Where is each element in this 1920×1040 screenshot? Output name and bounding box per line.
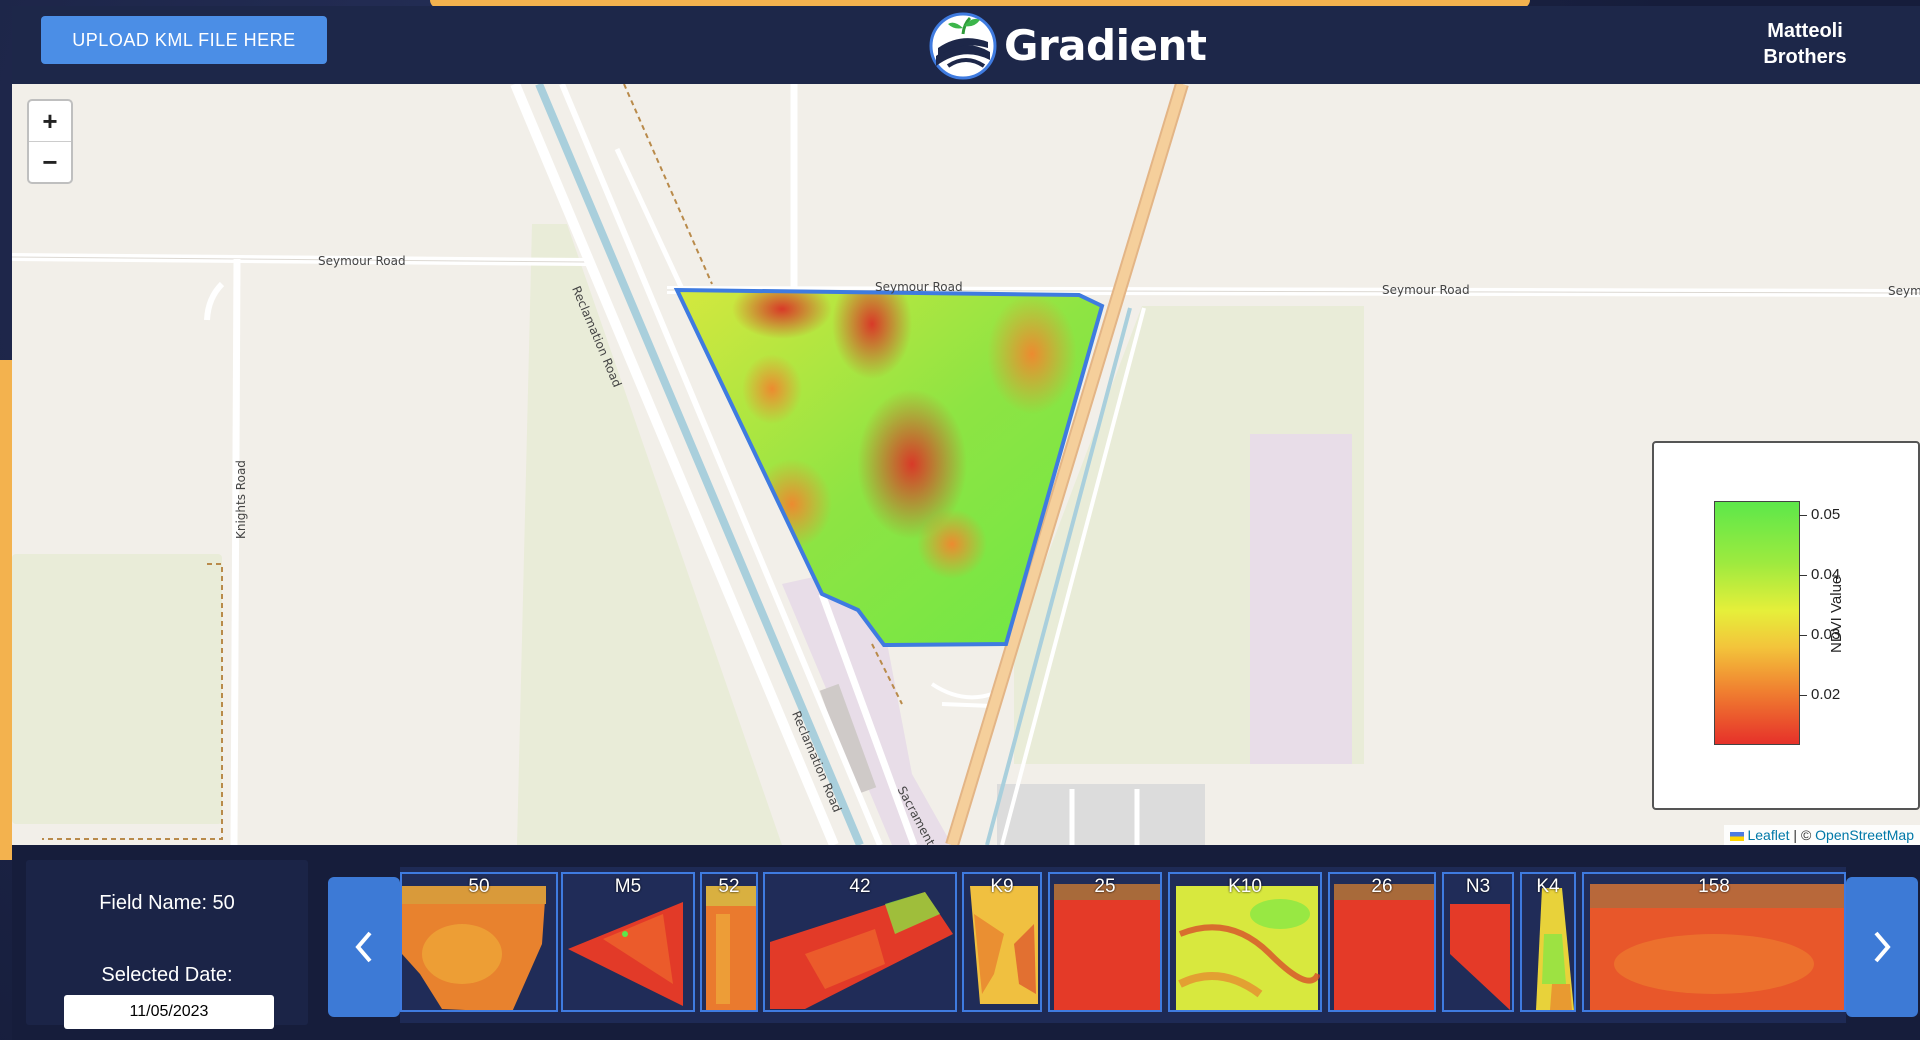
- carousel-next-button[interactable]: [1846, 877, 1918, 1017]
- map-view[interactable]: + − Seymour Road Seymour Road Seymour Ro…: [12, 84, 1920, 845]
- field-thumbnail[interactable]: K10: [1168, 872, 1322, 1012]
- field-info-panel: Field Name: 50 Selected Date:: [26, 860, 308, 1029]
- field-thumbnail[interactable]: 25: [1048, 872, 1162, 1012]
- field-thumbnail[interactable]: N3: [1442, 872, 1514, 1012]
- brand: Gradient: [928, 8, 1207, 82]
- legend-axis-label: NDVI Value: [1828, 575, 1845, 653]
- field-name-label: Field Name: 50: [99, 892, 235, 914]
- legend-tick-label: 0.02: [1811, 686, 1841, 703]
- zoom-in-button[interactable]: +: [29, 101, 71, 141]
- map-basemap[interactable]: [12, 84, 1920, 845]
- leaflet-link[interactable]: Leaflet: [1747, 827, 1789, 843]
- brand-name: Gradient: [1004, 20, 1207, 70]
- field-thumbnail[interactable]: 42: [763, 872, 957, 1012]
- thumbnail-label: K4: [1536, 876, 1560, 897]
- flag-icon: [1730, 831, 1745, 841]
- gradient-logo-icon: [929, 12, 997, 80]
- legend-tick: [1799, 575, 1807, 576]
- ndvi-colorbar: [1714, 501, 1800, 745]
- field-thumbnail[interactable]: 158: [1582, 872, 1846, 1012]
- legend-tick: [1799, 635, 1807, 636]
- field-thumbnail[interactable]: 26: [1328, 872, 1436, 1012]
- road-label: Knights Road: [234, 460, 248, 539]
- date-input[interactable]: [64, 995, 274, 1029]
- thumbnail-label: 26: [1371, 876, 1393, 897]
- road-label: Seymour Road: [875, 280, 963, 294]
- ndvi-legend: 0.05 0.04 0.03 0.02 NDVI Value: [1652, 441, 1920, 810]
- upload-kml-button[interactable]: UPLOAD KML FILE HERE: [41, 16, 327, 64]
- legend-tick: [1799, 695, 1807, 696]
- thumbnail-label: K10: [1228, 876, 1262, 897]
- carousel-prev-button[interactable]: [328, 877, 400, 1017]
- thumbnail-label: 42: [849, 876, 871, 897]
- chevron-right-icon: [1874, 931, 1891, 963]
- legend-tick-label: 0.05: [1811, 506, 1841, 523]
- openstreetmap-link[interactable]: OpenStreetMap: [1815, 827, 1914, 843]
- thumbnail-label: K9: [990, 876, 1014, 897]
- field-carousel: 50 M5 52 42 K9 25 K10 26 N3 K4 158: [400, 867, 1846, 1023]
- field-thumbnail[interactable]: K4: [1520, 872, 1576, 1012]
- header-bar: UPLOAD KML FILE HERE Gradient Matteoli B…: [12, 6, 1920, 84]
- map-attribution: Leaflet | © OpenStreetMap: [1724, 825, 1920, 845]
- field-thumbnail[interactable]: K9: [962, 872, 1042, 1012]
- thumbnail-label: 25: [1094, 876, 1116, 897]
- field-thumbnail[interactable]: M5: [561, 872, 695, 1012]
- thumbnail-label: M5: [614, 876, 642, 897]
- thumbnail-label: 158: [1698, 876, 1730, 897]
- chevron-left-icon: [355, 931, 372, 963]
- field-thumbnail[interactable]: 50: [400, 872, 558, 1012]
- field-thumbnail[interactable]: 52: [700, 872, 758, 1012]
- thumbnail-label: 50: [468, 876, 490, 897]
- bottom-panel: Field Name: 50 Selected Date: 50 M5 52 4…: [12, 845, 1920, 1040]
- road-label: Seym: [1888, 284, 1920, 298]
- user-name: Matteoli Brothers: [1763, 20, 1847, 68]
- thumbnail-label: N3: [1465, 876, 1491, 897]
- road-label: Seymour Road: [1382, 283, 1470, 297]
- zoom-out-button[interactable]: −: [29, 141, 71, 182]
- road-label: Seymour Road: [318, 254, 406, 268]
- thumbnail-label: 52: [718, 876, 740, 897]
- attribution-separator: | ©: [1789, 827, 1816, 843]
- legend-tick: [1799, 515, 1807, 516]
- zoom-control: + −: [27, 99, 73, 184]
- date-label: Selected Date:: [101, 964, 233, 986]
